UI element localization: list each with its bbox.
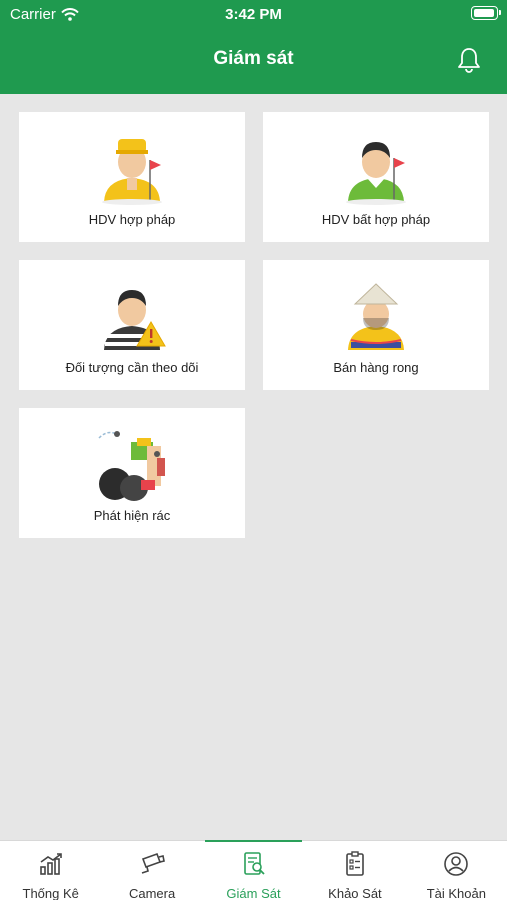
monitor-icon xyxy=(243,852,265,875)
card-legal-guide[interactable]: HDV hợp pháp xyxy=(19,112,245,242)
card-watch-subject[interactable]: Đối tượng cần theo dõi xyxy=(19,260,245,390)
tab-account[interactable]: Tài Khoản xyxy=(406,841,507,900)
survey-icon xyxy=(346,851,364,876)
status-time: 3:42 PM xyxy=(225,6,282,23)
legal-guide-icon xyxy=(102,139,162,205)
street-vendor-icon xyxy=(348,283,404,350)
card-label: Đối tượng cần theo dõi xyxy=(65,360,199,375)
tab-label: Thống Kê xyxy=(22,886,79,900)
tab-label: Tài Khoản xyxy=(426,886,486,900)
stats-icon xyxy=(39,853,62,875)
page-title: Giám sát xyxy=(213,48,294,69)
account-icon xyxy=(444,852,469,876)
camera-icon xyxy=(141,852,166,874)
card-label: Bán hàng rong xyxy=(333,360,419,375)
card-street-vendor[interactable]: Bán hàng rong xyxy=(263,260,489,390)
card-label: HDV bất hợp pháp xyxy=(321,212,431,227)
tab-monitor[interactable]: Giám Sát xyxy=(203,840,304,900)
card-label: Phát hiện rác xyxy=(93,508,171,523)
tab-label: Camera xyxy=(128,886,176,900)
illegal-guide-icon xyxy=(346,142,406,205)
tab-label: Giám Sát xyxy=(226,886,281,900)
trash-detection-icon xyxy=(98,431,165,501)
battery-icon xyxy=(471,6,501,20)
card-illegal-guide[interactable]: HDV bất hợp pháp xyxy=(263,112,489,242)
bottom-tab-bar: Thống Kê Camera Giám Sát Khảo Sát Tài Kh… xyxy=(0,840,507,900)
card-trash-detection[interactable]: Phát hiện rác xyxy=(19,408,245,538)
card-label: HDV hợp pháp xyxy=(88,212,176,227)
status-bar: Carrier 3:42 PM xyxy=(0,0,507,28)
bell-icon[interactable] xyxy=(457,47,481,73)
tab-stats[interactable]: Thống Kê xyxy=(0,841,101,900)
tab-label: Khảo Sát xyxy=(328,886,382,900)
app-header: Carrier 3:42 PM Giám sát xyxy=(0,0,507,94)
watch-subject-icon xyxy=(104,290,166,350)
tab-camera[interactable]: Camera xyxy=(101,841,202,900)
tab-survey[interactable]: Khảo Sát xyxy=(304,841,405,900)
